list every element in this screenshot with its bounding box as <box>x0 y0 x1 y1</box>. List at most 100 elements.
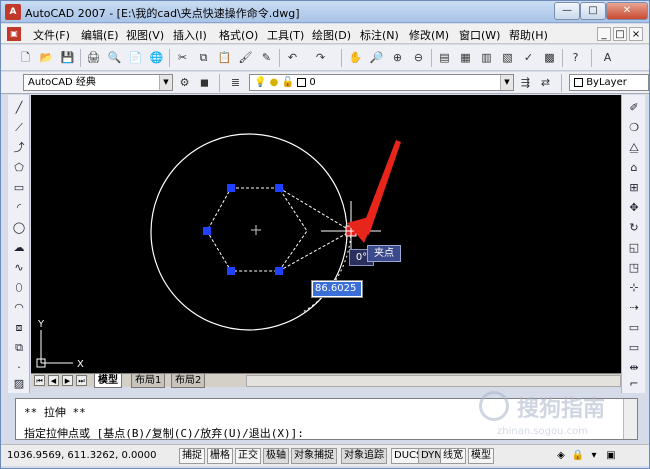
title-bar[interactable]: A AutoCAD 2007 - [E:\我的cad\夹点快速操作命令.dwg]… <box>1 1 649 23</box>
tool-palettes-icon[interactable]: ▥ <box>478 49 495 66</box>
doc-minimize-button[interactable]: _ <box>597 27 611 41</box>
mirror-icon[interactable]: ⧋ <box>625 139 643 157</box>
block-editor-icon[interactable]: ✎ <box>258 49 275 66</box>
print-icon[interactable]: 🖨 <box>85 49 102 66</box>
new-file-icon[interactable]: 🗋 <box>17 49 34 66</box>
pan-icon[interactable]: ✋ <box>347 49 364 66</box>
circle-entity[interactable] <box>150 133 348 331</box>
markup-icon[interactable]: ✓ <box>520 49 537 66</box>
polygon-icon[interactable]: ⬠ <box>10 159 28 177</box>
cut-icon[interactable]: ✂ <box>174 49 191 66</box>
menu-window[interactable]: 窗口(W) <box>459 27 500 43</box>
menu-file[interactable]: 文件(F) <box>33 27 70 43</box>
chevron-down-icon[interactable]: ▼ <box>159 75 172 90</box>
command-scrollbar[interactable] <box>623 399 637 439</box>
drawing-canvas[interactable]: Y X <box>31 95 621 373</box>
ellipse-icon[interactable]: ⬯ <box>10 279 28 297</box>
menu-edit[interactable]: 编辑(E) <box>81 27 119 43</box>
minimize-button[interactable]: — <box>554 2 580 20</box>
lock-toolbar-icon[interactable]: 🔒 <box>571 449 585 463</box>
menu-help[interactable]: 帮助(H) <box>509 27 548 43</box>
layer-previous-icon[interactable]: ⇄ <box>537 74 554 91</box>
join-icon[interactable]: ▭ <box>625 339 643 357</box>
next-tab-button[interactable]: ▶ <box>62 375 73 386</box>
array-icon[interactable]: ⊞ <box>625 179 643 197</box>
grid-toggle[interactable]: 栅格 <box>207 448 233 464</box>
tab-layout2[interactable]: 布局2 <box>171 374 206 388</box>
grip-cold[interactable] <box>227 184 235 192</box>
stretch-icon[interactable]: ◳ <box>625 259 643 277</box>
communication-icon[interactable]: ◈ <box>554 449 568 463</box>
dynamic-input-box[interactable]: 86.6025 <box>311 280 363 298</box>
color-dropdown[interactable]: ByLayer <box>569 74 649 91</box>
make-block-icon[interactable]: ⧉ <box>10 339 28 357</box>
menu-tools[interactable]: 工具(T) <box>267 27 304 43</box>
erase-icon[interactable]: ✐ <box>625 99 643 117</box>
grip-cold[interactable] <box>227 267 235 275</box>
circle-icon[interactable]: ◯ <box>10 219 28 237</box>
maximize-button[interactable]: □ <box>580 2 606 20</box>
menu-modify[interactable]: 修改(M) <box>409 27 449 43</box>
publish-icon[interactable]: 📄 <box>127 49 144 66</box>
grip-cold[interactable] <box>203 227 211 235</box>
zoom-realtime-icon[interactable]: 🔎 <box>368 49 385 66</box>
layer-manager-icon[interactable]: ≣ <box>227 74 244 91</box>
rectangle-icon[interactable]: ▭ <box>10 179 28 197</box>
menu-format[interactable]: 格式(O) <box>219 27 258 43</box>
grip-cold[interactable] <box>275 184 283 192</box>
zoom-window-icon[interactable]: ⊕ <box>389 49 406 66</box>
clean-screen-icon[interactable]: ▣ <box>604 449 618 463</box>
doc-close-button[interactable]: × <box>629 27 643 41</box>
grip-cold[interactable] <box>275 267 283 275</box>
dynamic-input-value[interactable]: 86.6025 <box>313 282 361 296</box>
scale-icon[interactable]: ◱ <box>625 239 643 257</box>
snap-toggle[interactable]: 捕捉 <box>179 448 205 464</box>
publish-web-icon[interactable]: 🌐 <box>148 49 165 66</box>
hatch-icon[interactable]: ▨ <box>10 375 28 393</box>
otrack-toggle[interactable]: 对象追踪 <box>341 448 387 464</box>
revision-cloud-icon[interactable]: ☁ <box>10 239 28 257</box>
osnap-toggle[interactable]: 对象捕捉 <box>291 448 337 464</box>
copy-icon[interactable]: ⧉ <box>195 49 212 66</box>
ellipse-arc-icon[interactable]: ◠ <box>10 299 28 317</box>
ortho-toggle[interactable]: 正交 <box>235 448 261 464</box>
lineweight-toggle[interactable]: 线宽 <box>440 448 466 464</box>
autocad-app-icon[interactable]: A <box>5 4 21 20</box>
horizontal-scrollbar[interactable] <box>246 375 621 387</box>
polyline-icon[interactable]: ⤴ <box>10 139 28 157</box>
doc-restore-button[interactable]: □ <box>613 27 627 41</box>
workspace-dropdown[interactable]: AutoCAD 经典 ▼ <box>23 74 173 91</box>
close-button[interactable]: ✕ <box>606 2 648 20</box>
construction-line-icon[interactable]: ⟋ <box>10 119 28 137</box>
polar-toggle[interactable]: 极轴 <box>263 448 289 464</box>
zoom-previous-icon[interactable]: ⊖ <box>410 49 427 66</box>
offset-icon[interactable]: ⌂ <box>625 159 643 177</box>
previous-tab-button[interactable]: ◀ <box>48 375 59 386</box>
menu-dimension[interactable]: 标注(N) <box>360 27 399 43</box>
trim-icon[interactable]: ⊹ <box>625 279 643 297</box>
tray-menu-icon[interactable]: ▾ <box>587 449 601 463</box>
calculator-icon[interactable]: ▩ <box>541 49 558 66</box>
save-icon[interactable]: 💾 <box>59 49 76 66</box>
document-icon[interactable]: ▣ <box>7 27 21 41</box>
layer-make-current-icon[interactable]: ⇶ <box>517 74 534 91</box>
layer-dropdown[interactable]: 💡 ● 🔓 0 ▼ <box>249 74 514 91</box>
undo-icon[interactable]: ↶ <box>284 49 301 66</box>
tab-model[interactable]: 模型 <box>94 374 122 388</box>
menu-insert[interactable]: 插入(I) <box>173 27 207 43</box>
move-icon[interactable]: ✥ <box>625 199 643 217</box>
menu-draw[interactable]: 绘图(D) <box>312 27 351 43</box>
insert-block-icon[interactable]: ⧈ <box>10 319 28 337</box>
fillet-icon[interactable]: ⌐ <box>625 375 643 393</box>
text-style-icon[interactable]: A <box>599 49 616 66</box>
workspace-settings-icon[interactable]: ⚙ <box>176 74 193 91</box>
properties-icon[interactable]: ▤ <box>436 49 453 66</box>
rotate-icon[interactable]: ↻ <box>625 219 643 237</box>
coordinates-readout[interactable]: 1036.9569, 611.3262, 0.0000 <box>7 448 157 464</box>
help-icon[interactable]: ? <box>567 49 584 66</box>
break-icon[interactable]: ▭ <box>625 319 643 337</box>
design-center-icon[interactable]: ▦ <box>457 49 474 66</box>
drawing-area[interactable]: Y X 0° 夹点 86.6025 <box>31 95 621 373</box>
redo-icon[interactable]: ↷ <box>312 49 329 66</box>
line-icon[interactable]: ╱ <box>10 99 28 117</box>
